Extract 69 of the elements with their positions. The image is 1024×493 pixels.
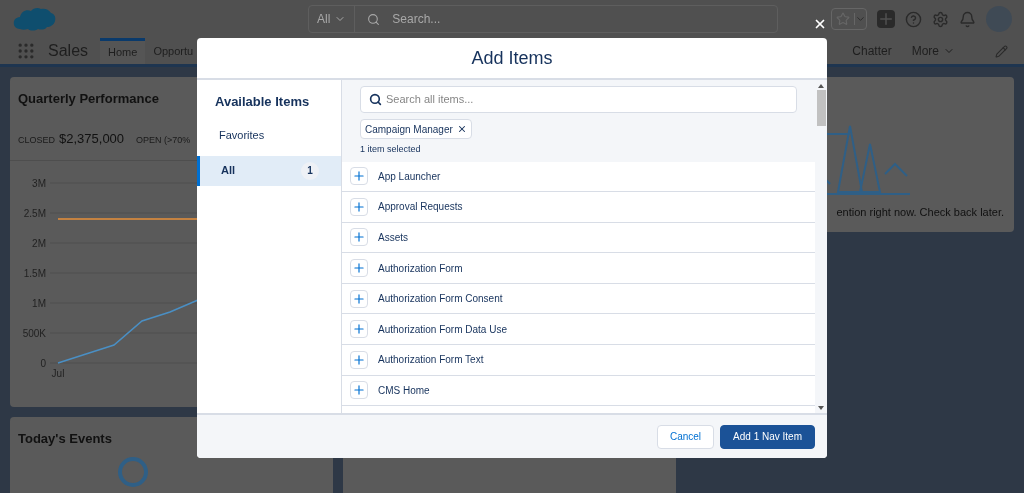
y-tick-label: 1.5M (23, 268, 46, 279)
item-label: Assets (378, 231, 408, 245)
plus-icon (352, 169, 366, 184)
selected-pill[interactable]: Campaign Manager (360, 119, 472, 139)
item-row[interactable]: Authorization Form Text (342, 345, 815, 376)
search-input[interactable]: Search... (392, 10, 777, 28)
item-row[interactable]: Authorization Form Consent (342, 283, 815, 315)
dialog-title: Add Items (471, 46, 553, 70)
category-item[interactable]: Favorites (197, 120, 341, 151)
item-row[interactable]: Authorization Form (342, 253, 815, 284)
item-label: Authorization Form Consent (378, 292, 503, 307)
selection-note: 1 item selected (360, 143, 422, 156)
add-button[interactable] (350, 197, 368, 216)
add-button[interactable] (350, 320, 368, 339)
card-title: Today's Events (18, 430, 113, 448)
add-button[interactable] (350, 167, 368, 186)
app-launcher-icon[interactable] (16, 41, 36, 61)
add-icon[interactable] (877, 10, 895, 28)
plus-icon (352, 322, 366, 337)
card-title: Quarterly Performance (17, 90, 160, 108)
add-button[interactable] (350, 259, 368, 278)
item-label: CMS Home (378, 383, 430, 398)
notifications-icon[interactable] (959, 10, 976, 28)
empty-message: ention right now. Check back later. (836, 204, 1004, 220)
category-label: All (221, 163, 236, 179)
add-button[interactable] (350, 228, 368, 247)
category-item[interactable]: All 1 (197, 155, 341, 186)
closed-value: $2,375,000 (59, 129, 125, 148)
y-tick-label: 2M (32, 238, 46, 249)
add-button[interactable] (350, 350, 368, 369)
settings-icon[interactable] (932, 10, 949, 28)
plus-icon (352, 261, 366, 276)
help-icon[interactable] (905, 10, 922, 28)
plus-icon (352, 199, 366, 214)
category-label: Favorites (219, 128, 265, 144)
plus-icon (352, 291, 366, 306)
y-tick-label: 1M (32, 298, 46, 309)
add-button[interactable] (350, 381, 368, 400)
search-icon (367, 12, 381, 26)
cancel-button[interactable]: Cancel (656, 424, 715, 449)
count-badge: 1 (301, 161, 319, 180)
pill-label: Campaign Manager (365, 122, 453, 137)
item-row[interactable]: CMS Home (342, 375, 815, 407)
add-nav-item-button[interactable]: Add 1 Nav Item (720, 424, 815, 449)
item-label: App Launcher (378, 169, 441, 184)
item-row[interactable]: App Launcher (342, 161, 815, 193)
item-label: Authorization Form Text (378, 353, 484, 368)
caret-icon (854, 13, 866, 25)
search-scope-dropdown[interactable]: All (309, 6, 356, 32)
item-row[interactable]: Approval Requests (342, 192, 815, 223)
search-icon (369, 93, 382, 106)
plus-icon (352, 230, 366, 245)
item-row[interactable]: Authorization Form Data Use (342, 314, 815, 346)
search-input[interactable]: Search all items... (386, 91, 788, 108)
radar-icon (118, 456, 148, 487)
item-label: Approval Requests (378, 200, 463, 215)
add-button[interactable] (350, 289, 368, 308)
item-row[interactable]: Assets (342, 222, 815, 254)
y-tick-label: 3M (32, 178, 46, 189)
categories-heading: Available Items (214, 93, 311, 111)
remove-icon[interactable] (456, 124, 467, 134)
y-tick-label: 2.5M (23, 208, 46, 219)
item-label: Authorization Form Data Use (378, 322, 507, 337)
edit-icon[interactable] (995, 44, 1008, 58)
item-label: Authorization Form (378, 261, 463, 276)
item-search-field[interactable]: Search all items... (360, 86, 797, 113)
plus-icon (352, 352, 366, 367)
plus-icon (352, 383, 366, 398)
global-search-field[interactable]: All Search... (308, 5, 778, 33)
